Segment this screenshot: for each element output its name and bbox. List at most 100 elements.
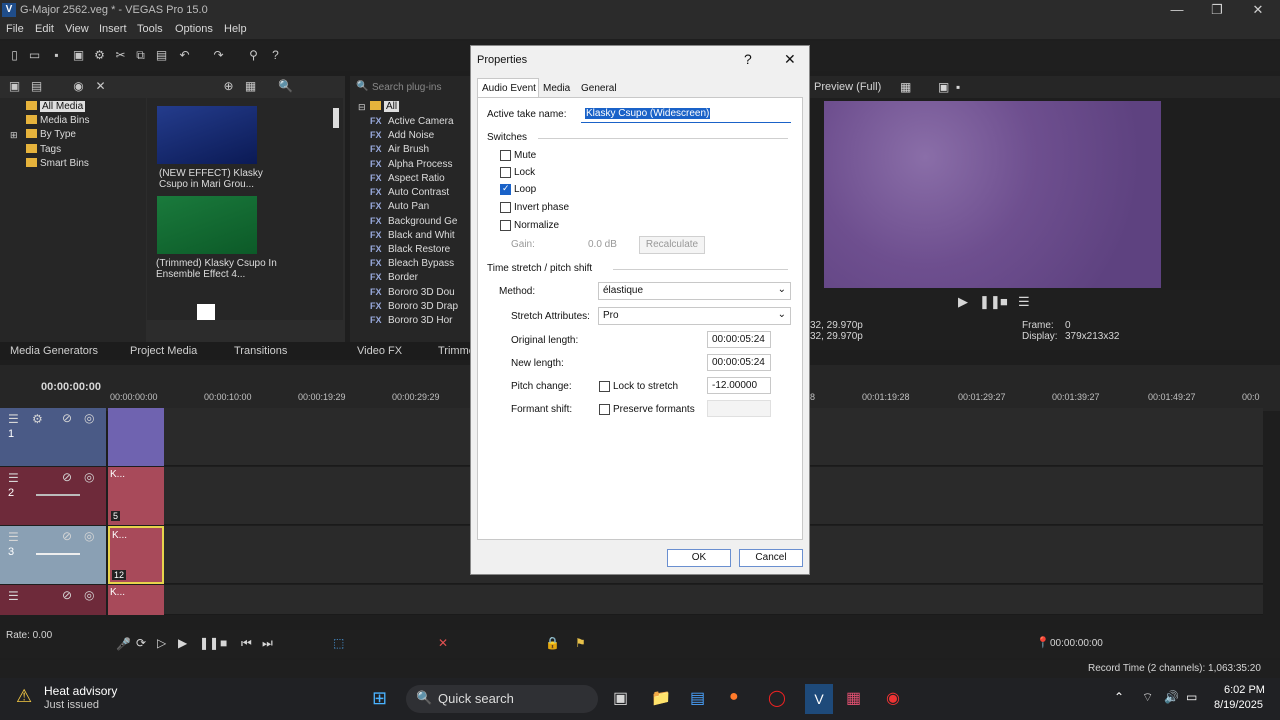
mute-icon[interactable]: ⊘ — [62, 529, 72, 543]
tab-audio-event[interactable]: Audio Event — [477, 78, 539, 98]
vegas-taskbar-icon[interactable]: V — [805, 684, 833, 714]
file-explorer-icon[interactable]: 📁 — [651, 688, 671, 708]
new-file-icon[interactable]: ▯ — [8, 49, 21, 62]
save-snapshot-icon[interactable]: ▪ — [956, 80, 960, 94]
pitch-change-field[interactable]: -12.00000 — [707, 377, 771, 394]
plugin-item[interactable]: FX Aspect Ratio — [370, 173, 445, 184]
plugin-item[interactable]: FX Alpha Process — [370, 159, 452, 170]
mute-icon[interactable]: ⊘ — [62, 411, 72, 425]
menu-tools[interactable]: Tools — [137, 23, 163, 35]
stop-icon[interactable]: ■ — [1000, 294, 1008, 309]
tree-item-smart-bins[interactable]: Smart Bins — [26, 158, 89, 169]
solo-icon[interactable]: ◎ — [84, 529, 94, 543]
method-dropdown[interactable]: élastique ⌄ — [598, 282, 791, 300]
tree-item-tags[interactable]: Tags — [26, 144, 61, 155]
redo-icon[interactable]: ↷ — [212, 49, 225, 62]
go-to-start-icon[interactable]: ⏮ — [241, 636, 252, 651]
new-length-field[interactable]: 00:00:05:24 — [707, 354, 771, 371]
track-header-audio-2[interactable]: 2 ☰ ⊘ ◎ — [0, 467, 106, 525]
tree-item-media-bins[interactable]: Media Bins — [26, 115, 89, 126]
plugin-item[interactable]: FX Border — [370, 272, 418, 283]
save-icon[interactable]: ▪ — [50, 49, 63, 62]
loop-checkbox[interactable] — [500, 183, 511, 195]
scrollbar[interactable] — [333, 108, 339, 128]
settings-gear-icon[interactable]: ⚙ — [93, 49, 106, 62]
mute-checkbox[interactable] — [500, 150, 511, 161]
motion-gear-icon[interactable]: ⚙ — [32, 412, 43, 426]
normalize-checkbox[interactable] — [500, 220, 511, 231]
loop-icon[interactable]: ⟳ — [136, 636, 146, 650]
volume-slider[interactable] — [36, 494, 80, 496]
preserve-formants-checkbox[interactable] — [599, 404, 610, 415]
track-header-video[interactable]: 1 ☰ ⚙ ⊘ ◎ — [0, 408, 106, 466]
pause-icon[interactable]: ❚❚ — [199, 636, 219, 650]
pause-icon[interactable]: ❚❚ — [979, 294, 1001, 310]
copy-snapshot-icon[interactable]: ▣ — [938, 80, 949, 94]
plugin-item[interactable]: FX Black Restore — [370, 244, 450, 255]
volume-slider[interactable] — [36, 553, 80, 555]
tab-video-fx[interactable]: Video FX — [357, 345, 402, 357]
stretch-attributes-dropdown[interactable]: Pro ⌄ — [598, 307, 791, 325]
plugin-item[interactable]: FX Active Camera — [370, 116, 454, 127]
zoom-search-icon[interactable]: 🔍 — [278, 80, 293, 93]
tab-media[interactable]: Media — [543, 83, 570, 94]
tree-item-by-type[interactable]: By Type — [26, 129, 76, 140]
opera-icon[interactable]: ◯ — [768, 688, 786, 708]
play-icon[interactable]: ▶ — [178, 636, 187, 650]
views-icon[interactable]: ▦ — [244, 80, 257, 93]
track-menu-icon[interactable]: ☰ — [8, 471, 19, 485]
weather-title[interactable]: Heat advisory — [44, 684, 117, 698]
formant-shift-field[interactable] — [707, 400, 771, 417]
dialog-close-icon[interactable]: ✕ — [784, 51, 796, 68]
mute-icon[interactable]: ⊘ — [62, 588, 72, 602]
properties-icon[interactable]: ⚲ — [247, 49, 260, 62]
recalculate-button[interactable]: Recalculate — [639, 236, 705, 254]
app-icon[interactable]: ▦ — [846, 688, 861, 708]
plugin-root[interactable]: All — [370, 101, 400, 112]
track-lane-audio-4[interactable]: K... — [108, 585, 1263, 615]
import-media-icon[interactable]: ▣ — [8, 80, 21, 93]
menu-options[interactable]: Options — [175, 23, 213, 35]
play-icon[interactable]: ▶ — [958, 294, 968, 310]
solo-icon[interactable]: ◎ — [84, 411, 94, 425]
stop-icon[interactable]: ■ — [220, 636, 227, 650]
undo-icon[interactable]: ↶ — [178, 49, 191, 62]
plugin-item[interactable]: FX Bororo 3D Drap — [370, 301, 458, 312]
tab-media-generators[interactable]: Media Generators — [10, 345, 98, 357]
recorder-icon[interactable]: ◉ — [886, 688, 900, 708]
copy-icon[interactable]: ⧉ — [134, 49, 147, 62]
paste-icon[interactable]: ▤ — [155, 49, 168, 62]
plugin-item[interactable]: FX Bororo 3D Hor — [370, 315, 452, 326]
task-view-icon[interactable]: ▣ — [613, 688, 628, 708]
cut-icon[interactable]: ✂ — [114, 49, 127, 62]
lock-icon[interactable]: 🔒 — [545, 636, 560, 650]
mute-icon[interactable]: ⊘ — [62, 470, 72, 484]
solo-icon[interactable]: ◎ — [84, 588, 94, 602]
plugin-item[interactable]: FX Add Noise — [370, 130, 434, 141]
firefox-icon[interactable]: ● — [729, 688, 739, 706]
help-icon[interactable]: ? — [269, 49, 282, 62]
track-menu-icon[interactable]: ☰ — [8, 589, 19, 603]
plugin-item[interactable]: FX Auto Pan — [370, 201, 429, 212]
menu-file[interactable]: File — [6, 23, 24, 35]
chevron-up-icon[interactable]: ⌃ — [1114, 690, 1124, 704]
render-icon[interactable]: ▣ — [72, 49, 85, 62]
get-media-icon[interactable]: ◉ — [72, 80, 85, 93]
minimize-button[interactable]: — — [1157, 2, 1197, 20]
play-from-start-icon[interactable]: ▷ — [157, 636, 166, 650]
tree-item-all-media[interactable]: All Media — [26, 101, 86, 112]
dialog-help-button[interactable]: ? — [744, 51, 752, 67]
plugin-item[interactable]: FX Auto Contrast — [370, 187, 449, 198]
audio-clip-selected[interactable]: K... 12 — [108, 526, 164, 584]
cancel-button[interactable]: Cancel — [739, 549, 803, 567]
invert-phase-checkbox[interactable] — [500, 202, 511, 213]
audio-media-thumbnail[interactable] — [197, 304, 215, 320]
plugin-item[interactable]: FX Bleach Bypass — [370, 258, 454, 269]
tab-general[interactable]: General — [581, 83, 617, 94]
active-take-field[interactable]: Klasky Csupo (Widescreen) — [581, 106, 791, 123]
menu-edit[interactable]: Edit — [35, 23, 54, 35]
menu-view[interactable]: View — [65, 23, 89, 35]
video-clip[interactable] — [108, 408, 164, 466]
plugin-item[interactable]: FX Bororo 3D Dou — [370, 287, 455, 298]
track-menu-icon[interactable]: ☰ — [8, 530, 19, 544]
